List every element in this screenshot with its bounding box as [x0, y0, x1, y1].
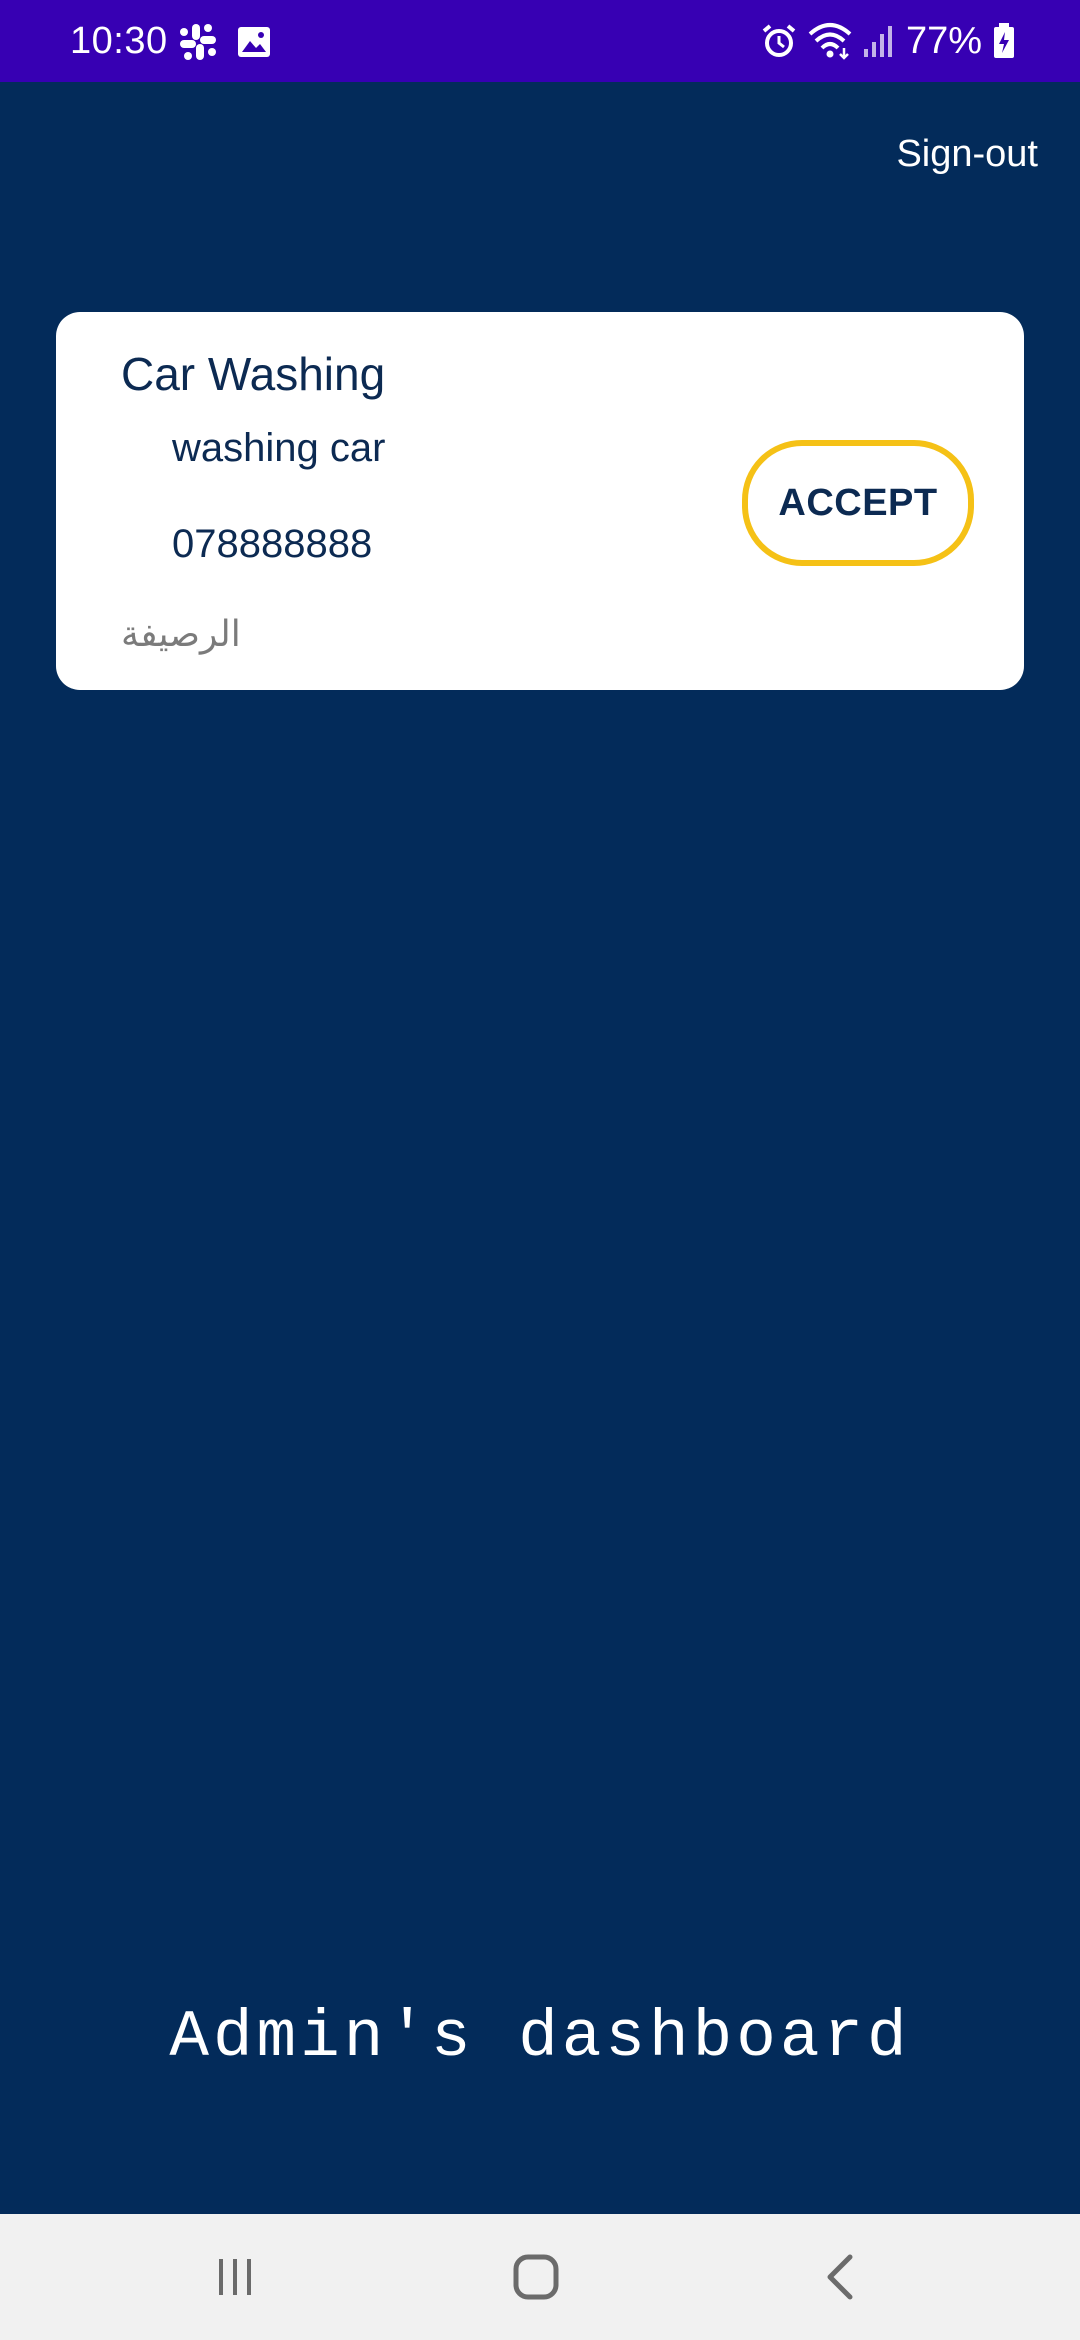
- signout-button[interactable]: Sign-out: [896, 126, 1038, 182]
- status-right-icons: 77%: [760, 18, 1016, 64]
- battery-charging-icon: [992, 22, 1016, 60]
- location-text: الرصيفة: [121, 614, 241, 655]
- navigation-bar: [0, 2214, 1080, 2340]
- status-time: 10:30: [70, 20, 168, 62]
- image-icon: [236, 24, 272, 60]
- request-card: Car Washing washing car 078888888 الرصيف…: [56, 312, 1024, 690]
- service-title: Car Washing: [121, 348, 386, 400]
- status-left-icons: [178, 20, 272, 64]
- battery-percent: 77%: [905, 20, 982, 62]
- wifi-icon: [808, 22, 852, 60]
- alarm-icon: [760, 22, 798, 60]
- service-description: washing car: [172, 426, 386, 470]
- signal-icon: [862, 23, 896, 59]
- accept-button[interactable]: ACCEPT: [742, 440, 974, 566]
- home-icon[interactable]: [496, 2244, 576, 2310]
- status-bar: 10:30 77%: [0, 0, 1080, 82]
- dashboard-title: Admin's dashboard: [169, 2000, 911, 2075]
- slack-icon: [178, 22, 218, 62]
- recent-apps-icon[interactable]: [195, 2244, 275, 2310]
- back-icon[interactable]: [800, 2244, 880, 2310]
- phone-number: 078888888: [172, 522, 373, 566]
